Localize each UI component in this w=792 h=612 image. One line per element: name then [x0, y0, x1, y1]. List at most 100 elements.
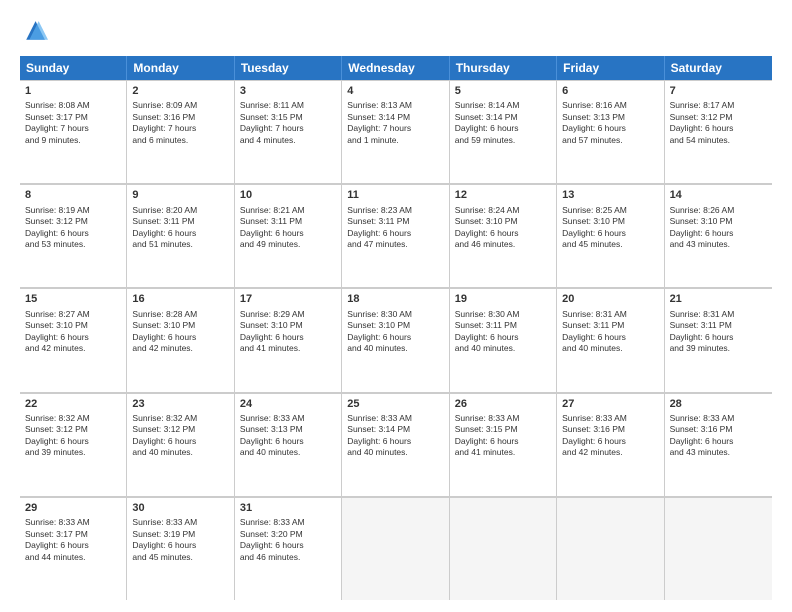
day-cell-24: 24Sunrise: 8:33 AMSunset: 3:13 PMDayligh… — [235, 393, 342, 496]
cell-info: Sunrise: 8:33 AMSunset: 3:16 PMDaylight:… — [562, 413, 658, 459]
day-number: 13 — [562, 188, 658, 203]
day-cell-26: 26Sunrise: 8:33 AMSunset: 3:15 PMDayligh… — [450, 393, 557, 496]
day-cell-17: 17 Sunrise: 8:29 AMSunset: 3:10 PMDayligh… — [235, 288, 342, 391]
day-header-wednesday: Wednesday — [342, 56, 449, 80]
day-number: 3 — [240, 84, 336, 99]
day-cell-18: 18 Sunrise: 8:30 AMSunset: 3:10 PMDayligh… — [342, 288, 449, 391]
day-number: 20 — [562, 292, 658, 307]
day-cell-16: 16 Sunrise: 8:28 AMSunset: 3:10 PMDayligh… — [127, 288, 234, 391]
cell-info: Sunrise: 8:19 AMSunset: 3:12 PMDaylight:… — [25, 205, 121, 251]
cell-info: Sunrise: 8:14 AMSunset: 3:14 PMDaylight:… — [455, 100, 551, 146]
day-cell-5: 5Sunrise: 8:14 AMSunset: 3:14 PMDaylight… — [450, 80, 557, 183]
day-cell-20: 20 Sunrise: 8:31 AMSunset: 3:11 PMDayligh… — [557, 288, 664, 391]
day-number: 1 — [25, 84, 121, 99]
cell-info: Sunrise: 8:31 AMSunset: 3:11 PMDaylight:… — [670, 309, 767, 355]
empty-cell — [557, 497, 664, 600]
day-number: 7 — [670, 84, 767, 99]
cell-info: Sunrise: 8:28 AMSunset: 3:10 PMDaylight:… — [132, 309, 228, 355]
day-number: 24 — [240, 397, 336, 412]
day-cell-2: 2Sunrise: 8:09 AMSunset: 3:16 PMDaylight… — [127, 80, 234, 183]
day-cell-15: 15 Sunrise: 8:27 AMSunset: 3:10 PMDayligh… — [20, 288, 127, 391]
day-number: 15 — [25, 292, 121, 307]
day-number: 27 — [562, 397, 658, 412]
day-cell-29: 29Sunrise: 8:33 AMSunset: 3:17 PMDayligh… — [20, 497, 127, 600]
empty-cell — [450, 497, 557, 600]
day-number: 25 — [347, 397, 443, 412]
day-header-monday: Monday — [127, 56, 234, 80]
day-number: 2 — [132, 84, 228, 99]
day-cell-7: 7Sunrise: 8:17 AMSunset: 3:12 PMDaylight… — [665, 80, 772, 183]
day-number: 5 — [455, 84, 551, 99]
calendar-week-2: 8 Sunrise: 8:19 AMSunset: 3:12 PMDaylight… — [20, 184, 772, 288]
calendar-header: SundayMondayTuesdayWednesdayThursdayFrid… — [20, 56, 772, 80]
day-cell-13: 13 Sunrise: 8:25 AMSunset: 3:10 PMDayligh… — [557, 184, 664, 287]
day-cell-21: 21 Sunrise: 8:31 AMSunset: 3:11 PMDayligh… — [665, 288, 772, 391]
cell-info: Sunrise: 8:33 AMSunset: 3:19 PMDaylight:… — [132, 517, 228, 563]
cell-info: Sunrise: 8:33 AMSunset: 3:16 PMDaylight:… — [670, 413, 767, 459]
day-cell-19: 19 Sunrise: 8:30 AMSunset: 3:11 PMDayligh… — [450, 288, 557, 391]
cell-info: Sunrise: 8:27 AMSunset: 3:10 PMDaylight:… — [25, 309, 121, 355]
day-number: 21 — [670, 292, 767, 307]
day-number: 28 — [670, 397, 767, 412]
day-cell-8: 8 Sunrise: 8:19 AMSunset: 3:12 PMDaylight… — [20, 184, 127, 287]
day-number: 14 — [670, 188, 767, 203]
cell-info: Sunrise: 8:08 AMSunset: 3:17 PMDaylight:… — [25, 100, 121, 146]
day-cell-6: 6Sunrise: 8:16 AMSunset: 3:13 PMDaylight… — [557, 80, 664, 183]
day-cell-30: 30Sunrise: 8:33 AMSunset: 3:19 PMDayligh… — [127, 497, 234, 600]
cell-info: Sunrise: 8:17 AMSunset: 3:12 PMDaylight:… — [670, 100, 767, 146]
cell-info: Sunrise: 8:26 AMSunset: 3:10 PMDaylight:… — [670, 205, 767, 251]
day-number: 9 — [132, 188, 228, 203]
day-cell-12: 12Sunrise: 8:24 AMSunset: 3:10 PMDayligh… — [450, 184, 557, 287]
day-cell-23: 23Sunrise: 8:32 AMSunset: 3:12 PMDayligh… — [127, 393, 234, 496]
day-cell-31: 31Sunrise: 8:33 AMSunset: 3:20 PMDayligh… — [235, 497, 342, 600]
day-cell-10: 10 Sunrise: 8:21 AMSunset: 3:11 PMDayligh… — [235, 184, 342, 287]
day-cell-9: 9 Sunrise: 8:20 AMSunset: 3:11 PMDaylight… — [127, 184, 234, 287]
cell-info: Sunrise: 8:31 AMSunset: 3:11 PMDaylight:… — [562, 309, 658, 355]
day-number: 8 — [25, 188, 121, 203]
calendar: SundayMondayTuesdayWednesdayThursdayFrid… — [20, 56, 772, 600]
day-number: 17 — [240, 292, 336, 307]
cell-info: Sunrise: 8:29 AMSunset: 3:10 PMDaylight:… — [240, 309, 336, 355]
cell-info: Sunrise: 8:30 AMSunset: 3:10 PMDaylight:… — [347, 309, 443, 355]
day-header-tuesday: Tuesday — [235, 56, 342, 80]
day-number: 19 — [455, 292, 551, 307]
day-number: 10 — [240, 188, 336, 203]
cell-info: Sunrise: 8:33 AMSunset: 3:17 PMDaylight:… — [25, 517, 121, 563]
cell-info: Sunrise: 8:25 AMSunset: 3:10 PMDaylight:… — [562, 205, 658, 251]
day-number: 29 — [25, 501, 121, 516]
logo — [20, 18, 52, 46]
day-header-thursday: Thursday — [450, 56, 557, 80]
day-number: 18 — [347, 292, 443, 307]
cell-info: Sunrise: 8:20 AMSunset: 3:11 PMDaylight:… — [132, 205, 228, 251]
day-cell-4: 4Sunrise: 8:13 AMSunset: 3:14 PMDaylight… — [342, 80, 449, 183]
cell-info: Sunrise: 8:23 AMSunset: 3:11 PMDaylight:… — [347, 205, 443, 251]
cell-info: Sunrise: 8:32 AMSunset: 3:12 PMDaylight:… — [25, 413, 121, 459]
cell-info: Sunrise: 8:16 AMSunset: 3:13 PMDaylight:… — [562, 100, 658, 146]
day-cell-1: 1Sunrise: 8:08 AMSunset: 3:17 PMDaylight… — [20, 80, 127, 183]
day-number: 4 — [347, 84, 443, 99]
header — [20, 18, 772, 46]
day-number: 11 — [347, 188, 443, 203]
cell-info: Sunrise: 8:09 AMSunset: 3:16 PMDaylight:… — [132, 100, 228, 146]
cell-info: Sunrise: 8:32 AMSunset: 3:12 PMDaylight:… — [132, 413, 228, 459]
day-number: 26 — [455, 397, 551, 412]
cell-info: Sunrise: 8:21 AMSunset: 3:11 PMDaylight:… — [240, 205, 336, 251]
day-number: 23 — [132, 397, 228, 412]
day-number: 30 — [132, 501, 228, 516]
day-number: 16 — [132, 292, 228, 307]
day-cell-14: 14 Sunrise: 8:26 AMSunset: 3:10 PMDayligh… — [665, 184, 772, 287]
day-number: 6 — [562, 84, 658, 99]
day-number: 12 — [455, 188, 551, 203]
cell-info: Sunrise: 8:30 AMSunset: 3:11 PMDaylight:… — [455, 309, 551, 355]
calendar-body: 1Sunrise: 8:08 AMSunset: 3:17 PMDaylight… — [20, 80, 772, 600]
cell-info: Sunrise: 8:33 AMSunset: 3:20 PMDaylight:… — [240, 517, 336, 563]
logo-icon — [20, 18, 48, 46]
day-header-friday: Friday — [557, 56, 664, 80]
calendar-week-3: 15 Sunrise: 8:27 AMSunset: 3:10 PMDayligh… — [20, 288, 772, 392]
day-cell-25: 25Sunrise: 8:33 AMSunset: 3:14 PMDayligh… — [342, 393, 449, 496]
day-cell-3: 3Sunrise: 8:11 AMSunset: 3:15 PMDaylight… — [235, 80, 342, 183]
day-cell-22: 22Sunrise: 8:32 AMSunset: 3:12 PMDayligh… — [20, 393, 127, 496]
day-number: 22 — [25, 397, 121, 412]
day-header-sunday: Sunday — [20, 56, 127, 80]
calendar-week-5: 29Sunrise: 8:33 AMSunset: 3:17 PMDayligh… — [20, 497, 772, 600]
